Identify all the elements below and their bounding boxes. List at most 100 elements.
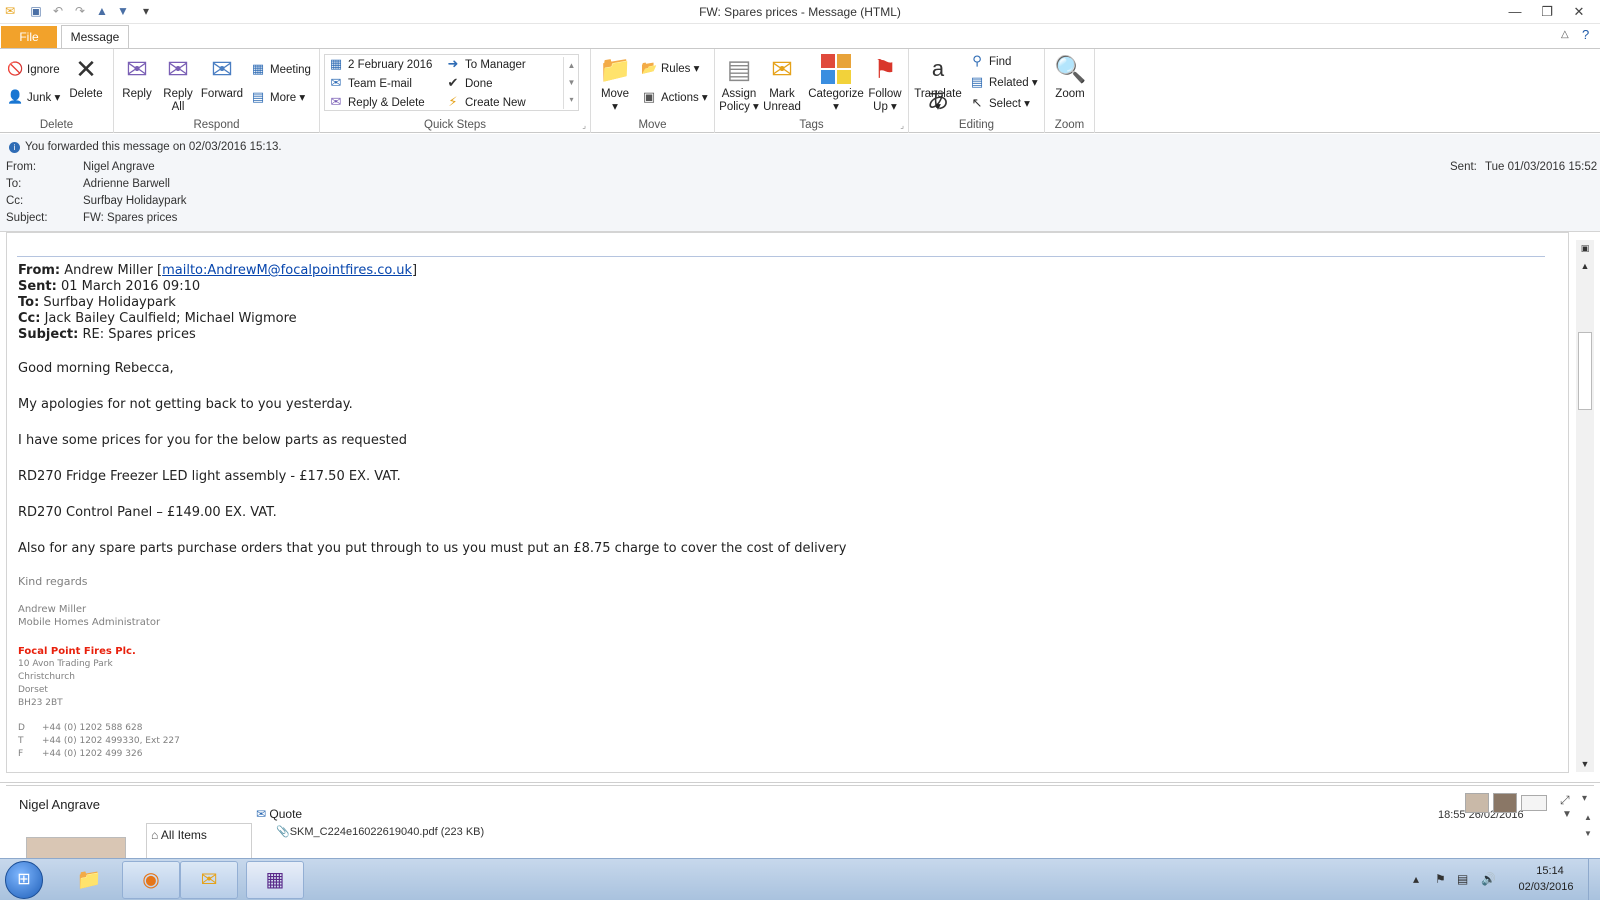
- lightning-icon: ⚡: [448, 94, 458, 109]
- scroll-up-arrow[interactable]: ▲: [1576, 258, 1594, 274]
- actions-button[interactable]: ▣ Actions ▾: [641, 88, 708, 106]
- meeting-icon: ▦: [251, 61, 265, 76]
- respond-group-label: Respond: [193, 119, 240, 131]
- quickstep-reply-delete[interactable]: ✉ Reply & Delete: [328, 93, 425, 111]
- move-label: Move: [600, 88, 630, 100]
- expand-pane-icon[interactable]: ⤢: [1560, 793, 1570, 808]
- quickstep-create-new[interactable]: ⚡ Create New: [445, 93, 525, 111]
- message-scrollbar[interactable]: ▣ ▲ ▼: [1576, 240, 1594, 772]
- quickstep-to-manager[interactable]: ➜ To Manager: [445, 55, 526, 73]
- tray-expand-icon[interactable]: ▴: [1413, 872, 1419, 886]
- contact-photo: [26, 837, 126, 859]
- related-label: Related: [989, 77, 1029, 89]
- phone-value: +44 (0) 1202 499330, Ext 227: [42, 736, 180, 746]
- related-button[interactable]: ▤ Related ▾: [969, 73, 1038, 91]
- delete-button[interactable]: ✕ Delete: [63, 53, 109, 101]
- forward-label: Forward: [200, 88, 244, 100]
- mark-unread-button[interactable]: ✉ Mark Unread: [761, 53, 803, 114]
- app-taskbar-button[interactable]: ▦: [246, 861, 304, 899]
- move-button[interactable]: 📁 Move ▾: [595, 53, 635, 114]
- action-center-flag-icon[interactable]: ⚑: [1435, 872, 1446, 886]
- all-items-tab[interactable]: ⌂ All Items: [151, 828, 207, 842]
- tags-dialog-launcher-icon[interactable]: ⌟: [900, 121, 904, 130]
- home-icon: ⌂: [151, 828, 159, 842]
- to-value[interactable]: Adrienne Barwell: [83, 178, 170, 190]
- team-email-icon: ✉: [330, 75, 342, 90]
- rules-button[interactable]: 📂 Rules ▾: [641, 59, 699, 77]
- categorize-label: Categorize: [808, 88, 864, 100]
- taskbar: ⊞ 📁 ◉ ✉ ▦ ▴ ⚑ ▤ 🔊 15:14 02/03/2016: [0, 858, 1600, 900]
- reply-all-button[interactable]: ✉ Reply All: [156, 53, 200, 114]
- contact-thumbnail[interactable]: [1465, 793, 1489, 813]
- editing-group-label: Editing: [958, 119, 995, 131]
- outlook-taskbar-button[interactable]: ✉: [180, 861, 238, 899]
- body-from-mailto-link[interactable]: mailto:AndrewM@focalpointfires.co.uk: [162, 263, 412, 278]
- find-button[interactable]: ⚲ Find: [969, 52, 1011, 70]
- message-body[interactable]: From: Andrew Miller [mailto:AndrewM@foca…: [6, 232, 1569, 773]
- more-button[interactable]: ▤ More ▾: [250, 88, 305, 106]
- quick-steps-scroll[interactable]: ▲ ▼ ▾: [563, 57, 579, 109]
- pane-scroll-up-arrow[interactable]: ▲: [1584, 813, 1592, 822]
- attachment-link[interactable]: 📎SKM_C224e16022619040.pdf (223 KB): [276, 825, 484, 838]
- assign-policy-label-2: Policy: [719, 101, 750, 113]
- move-group: 📁 Move ▾ 📂 Rules ▾ ▣ Actions ▾ Move: [591, 49, 715, 133]
- zoom-button[interactable]: 🔍 Zoom: [1047, 53, 1093, 101]
- junk-label: Junk: [27, 92, 52, 104]
- rules-label: Rules: [661, 63, 691, 75]
- cc-value[interactable]: Surfbay Holidaypark: [83, 195, 187, 207]
- explorer-taskbar-button[interactable]: 📁: [60, 861, 118, 899]
- close-button[interactable]: ✕: [1565, 2, 1593, 22]
- follow-up-label-1: Follow: [868, 88, 902, 100]
- signature-role: Mobile Homes Administrator: [18, 617, 161, 628]
- find-label: Find: [989, 56, 1012, 68]
- move-folder-icon: 📁: [599, 54, 632, 84]
- body-to: Surfbay Holidaypark: [43, 295, 176, 310]
- pane-divider[interactable]: [6, 785, 1594, 786]
- forward-button[interactable]: ✉ Forward: [198, 53, 246, 101]
- body-paragraph: Good morning Rebecca,: [18, 361, 174, 376]
- dialog-launcher-icon[interactable]: ⌟: [582, 121, 586, 130]
- assign-policy-button[interactable]: ▤ Assign Policy ▾: [719, 53, 759, 114]
- firefox-taskbar-button[interactable]: ◉: [122, 861, 180, 899]
- contact-thumbnail[interactable]: [1493, 793, 1517, 813]
- collapse-pane-icon[interactable]: ▾: [1582, 793, 1587, 804]
- activity-item[interactable]: ✉ Quote: [256, 807, 302, 821]
- help-icon[interactable]: ?: [1582, 27, 1589, 42]
- show-desktop-button[interactable]: [1588, 859, 1600, 900]
- forwarded-info: You forwarded this message on 02/03/2016…: [25, 141, 282, 153]
- title-bar: ✉ ▣ ↶ ↷ ▲ ▼ ▾ FW: Spares prices - Messag…: [0, 0, 1600, 24]
- scroll-thumb[interactable]: [1578, 332, 1592, 410]
- tab-file[interactable]: File: [1, 26, 57, 48]
- from-value[interactable]: Nigel Angrave: [83, 161, 155, 173]
- quickstep-2-february[interactable]: ▦ 2 February 2016: [328, 55, 433, 73]
- follow-up-button[interactable]: ⚑ Follow Up ▾: [865, 53, 905, 114]
- junk-button[interactable]: 👤 Junk ▾: [7, 88, 60, 106]
- restore-button[interactable]: ❐: [1533, 2, 1561, 22]
- options-icon[interactable]: ▣: [1576, 240, 1594, 256]
- reply-button[interactable]: ✉ Reply: [116, 53, 158, 101]
- app-grid-icon: ▦: [265, 869, 285, 891]
- tab-message[interactable]: Message: [61, 25, 129, 49]
- quickstep-team-email[interactable]: ✉ Team E-mail: [328, 74, 412, 92]
- contact-thumbnail[interactable]: [1521, 795, 1547, 811]
- volume-icon[interactable]: 🔊: [1481, 872, 1496, 886]
- quickstep-label: Team E-mail: [348, 78, 412, 90]
- minimize-ribbon-icon[interactable]: △: [1561, 29, 1569, 40]
- quickstep-label: To Manager: [465, 59, 526, 71]
- network-icon[interactable]: ▤: [1457, 872, 1468, 886]
- minimize-button[interactable]: —: [1501, 2, 1529, 22]
- meeting-button[interactable]: ▦ Meeting: [250, 60, 311, 78]
- categorize-button[interactable]: Categorize ▾: [807, 53, 865, 114]
- body-paragraph: My apologies for not getting back to you…: [18, 397, 353, 412]
- pane-scroll-down-arrow[interactable]: ▼: [1584, 829, 1592, 838]
- start-button[interactable]: ⊞: [5, 861, 43, 899]
- ignore-button[interactable]: 🚫 Ignore: [7, 60, 60, 78]
- scroll-down-arrow[interactable]: ▼: [1576, 756, 1594, 772]
- quickstep-done[interactable]: ✔ Done: [445, 74, 493, 92]
- activity-dropdown-icon[interactable]: ▼: [1562, 809, 1572, 820]
- body-paragraph: RD270 Control Panel – £149.00 EX. VAT.: [18, 505, 277, 520]
- clock-date[interactable]: 02/03/2016: [1508, 881, 1584, 893]
- translate-button[interactable]: aあ Translate ▾: [913, 53, 963, 114]
- clock-time[interactable]: 15:14: [1520, 865, 1580, 877]
- select-button[interactable]: ↖ Select ▾: [969, 94, 1030, 112]
